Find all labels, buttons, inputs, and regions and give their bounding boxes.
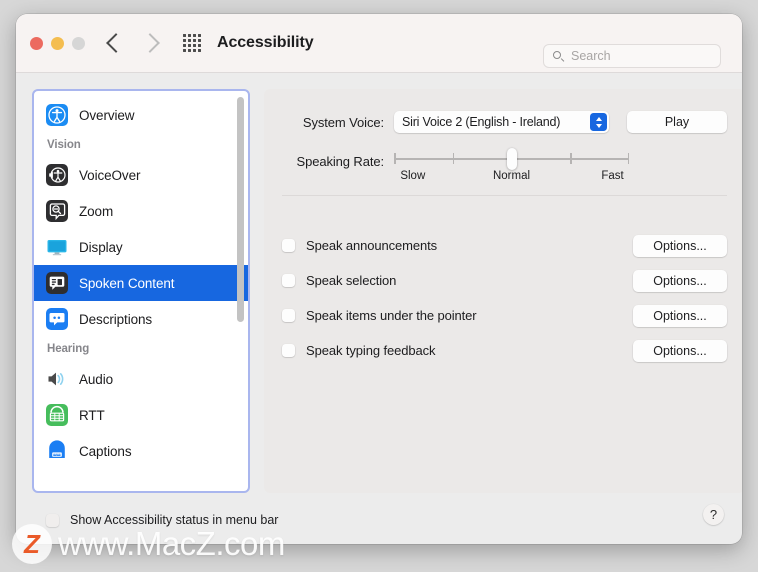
sidebar-item-label: VoiceOver: [79, 167, 141, 183]
voiceover-icon: [46, 164, 68, 186]
sidebar-group-hearing: Hearing: [47, 343, 90, 355]
close-button[interactable]: [30, 36, 43, 50]
slider-thumb[interactable]: [506, 148, 517, 170]
chevron-right-icon: [140, 33, 160, 53]
options-button-speak-announcements[interactable]: Options...: [633, 234, 727, 257]
sidebar-scrollbar[interactable]: [236, 97, 244, 485]
rtt-keypad-icon: [46, 404, 68, 426]
slider-tick-labels: Slow Normal Fast: [394, 170, 629, 186]
play-button[interactable]: Play: [627, 111, 727, 133]
back-button[interactable]: [106, 33, 126, 53]
footer-checkbox-label: Show Accessibility status in menu bar: [70, 513, 279, 527]
speaking-rate-label: Speaking Rate:: [296, 154, 385, 169]
system-voice-label: System Voice:: [302, 114, 384, 130]
sidebar-item-display[interactable]: Display: [34, 229, 248, 265]
checkbox-row-speak-typing-feedback: Speak typing feedback Options...: [282, 339, 727, 362]
accessibility-person-icon: [46, 104, 68, 126]
sidebar: Overview Vision VoiceOver Zoom Display S…: [32, 89, 250, 493]
sidebar-item-overview[interactable]: Overview: [34, 97, 248, 133]
chevron-left-icon: [106, 33, 126, 53]
slider-label-slow: Slow: [400, 170, 426, 182]
system-voice-row: System Voice: Siri Voice 2 (English - Ir…: [282, 111, 727, 133]
options-button-speak-selection[interactable]: Options...: [633, 269, 727, 292]
search-icon: [553, 50, 564, 62]
spoken-content-icon: [46, 272, 68, 294]
checkbox-label: Speak announcements: [306, 238, 438, 253]
sidebar-item-label: RTT: [79, 407, 105, 423]
search-field[interactable]: Search: [543, 44, 721, 68]
content-pane: System Voice: Siri Voice 2 (English - Ir…: [264, 89, 742, 493]
descriptions-icon: [46, 308, 68, 330]
navigation-buttons: [106, 33, 160, 53]
zoom-magnifier-icon: [46, 200, 68, 222]
slider-label-normal: Normal: [492, 170, 531, 182]
checkbox-list: Speak announcements Options... Speak sel…: [282, 234, 727, 362]
sidebar-item-label: Captions: [79, 443, 132, 459]
sidebar-item-label: Overview: [79, 107, 135, 123]
chevron-up-down-icon: [590, 113, 607, 131]
sidebar-item-descriptions[interactable]: Descriptions: [34, 301, 248, 337]
checkbox-label: Speak typing feedback: [306, 343, 436, 358]
checkbox-speak-selection[interactable]: [282, 274, 295, 287]
checkbox-row-speak-items-under-pointer: Speak items under the pointer Options...: [282, 304, 727, 327]
display-monitor-icon: [46, 236, 68, 258]
sidebar-item-voiceover[interactable]: VoiceOver: [34, 157, 248, 193]
checkbox-show-accessibility-status[interactable]: [46, 513, 59, 527]
section-divider: [282, 195, 727, 196]
checkbox-row-speak-selection: Speak selection Options...: [282, 269, 727, 292]
sidebar-list: Overview Vision VoiceOver Zoom Display S…: [34, 91, 248, 491]
sidebar-item-label: Spoken Content: [79, 275, 175, 291]
slider-tick: [452, 153, 455, 164]
sidebar-item-audio[interactable]: Audio: [34, 361, 248, 397]
checkbox-label: Speak items under the pointer: [306, 308, 477, 323]
checkbox-row-speak-announcements: Speak announcements Options...: [282, 234, 727, 257]
preferences-window: Accessibility Search Overview Vision Voi…: [16, 14, 742, 544]
sidebar-item-label: Display: [79, 239, 123, 255]
system-voice-value: Siri Voice 2 (English - Ireland): [402, 115, 561, 129]
sidebar-item-label: Zoom: [79, 203, 114, 219]
sidebar-item-label: Descriptions: [79, 311, 153, 327]
slider-label-fast: Fast: [601, 170, 624, 182]
slider-tick: [570, 153, 572, 164]
show-all-grid-icon[interactable]: [183, 34, 201, 52]
window-footer: Show Accessibility status in menu bar ?: [16, 496, 742, 544]
slider-track[interactable]: [394, 148, 629, 170]
minimize-button[interactable]: [51, 36, 64, 50]
forward-button[interactable]: [140, 33, 160, 53]
window-titlebar: Accessibility Search: [16, 14, 742, 73]
checkbox-label: Speak selection: [306, 273, 397, 288]
options-button-speak-items-under-pointer[interactable]: Options...: [633, 304, 727, 327]
slider-tick: [394, 153, 396, 164]
sidebar-group-vision: Vision: [47, 139, 81, 151]
sidebar-item-rtt[interactable]: RTT: [34, 397, 248, 433]
checkbox-speak-announcements[interactable]: [282, 239, 295, 252]
speaking-rate-row: Speaking Rate: Slow Normal Fast: [282, 148, 727, 186]
page-title: Accessibility: [217, 34, 314, 51]
slider-tick: [627, 153, 629, 164]
sidebar-item-label: Audio: [79, 371, 114, 387]
sidebar-item-zoom[interactable]: Zoom: [34, 193, 248, 229]
scrollbar-thumb[interactable]: [237, 97, 244, 322]
help-button[interactable]: ?: [703, 504, 724, 525]
traffic-light-buttons: [30, 36, 85, 50]
options-button-speak-typing-feedback[interactable]: Options...: [633, 339, 727, 362]
zoom-button[interactable]: [72, 36, 85, 50]
sidebar-item-spoken-content[interactable]: Spoken Content: [34, 265, 248, 301]
speaking-rate-slider[interactable]: Slow Normal Fast: [394, 148, 629, 186]
checkbox-speak-items-under-pointer[interactable]: [282, 309, 295, 322]
system-voice-popup-button[interactable]: Siri Voice 2 (English - Ireland): [394, 111, 609, 133]
search-placeholder: Search: [571, 49, 611, 63]
sidebar-item-captions[interactable]: Captions: [34, 433, 248, 469]
audio-speaker-icon: [46, 368, 68, 390]
checkbox-speak-typing-feedback[interactable]: [282, 344, 295, 357]
captions-icon: [46, 440, 68, 462]
window-body: Overview Vision VoiceOver Zoom Display S…: [16, 73, 742, 496]
